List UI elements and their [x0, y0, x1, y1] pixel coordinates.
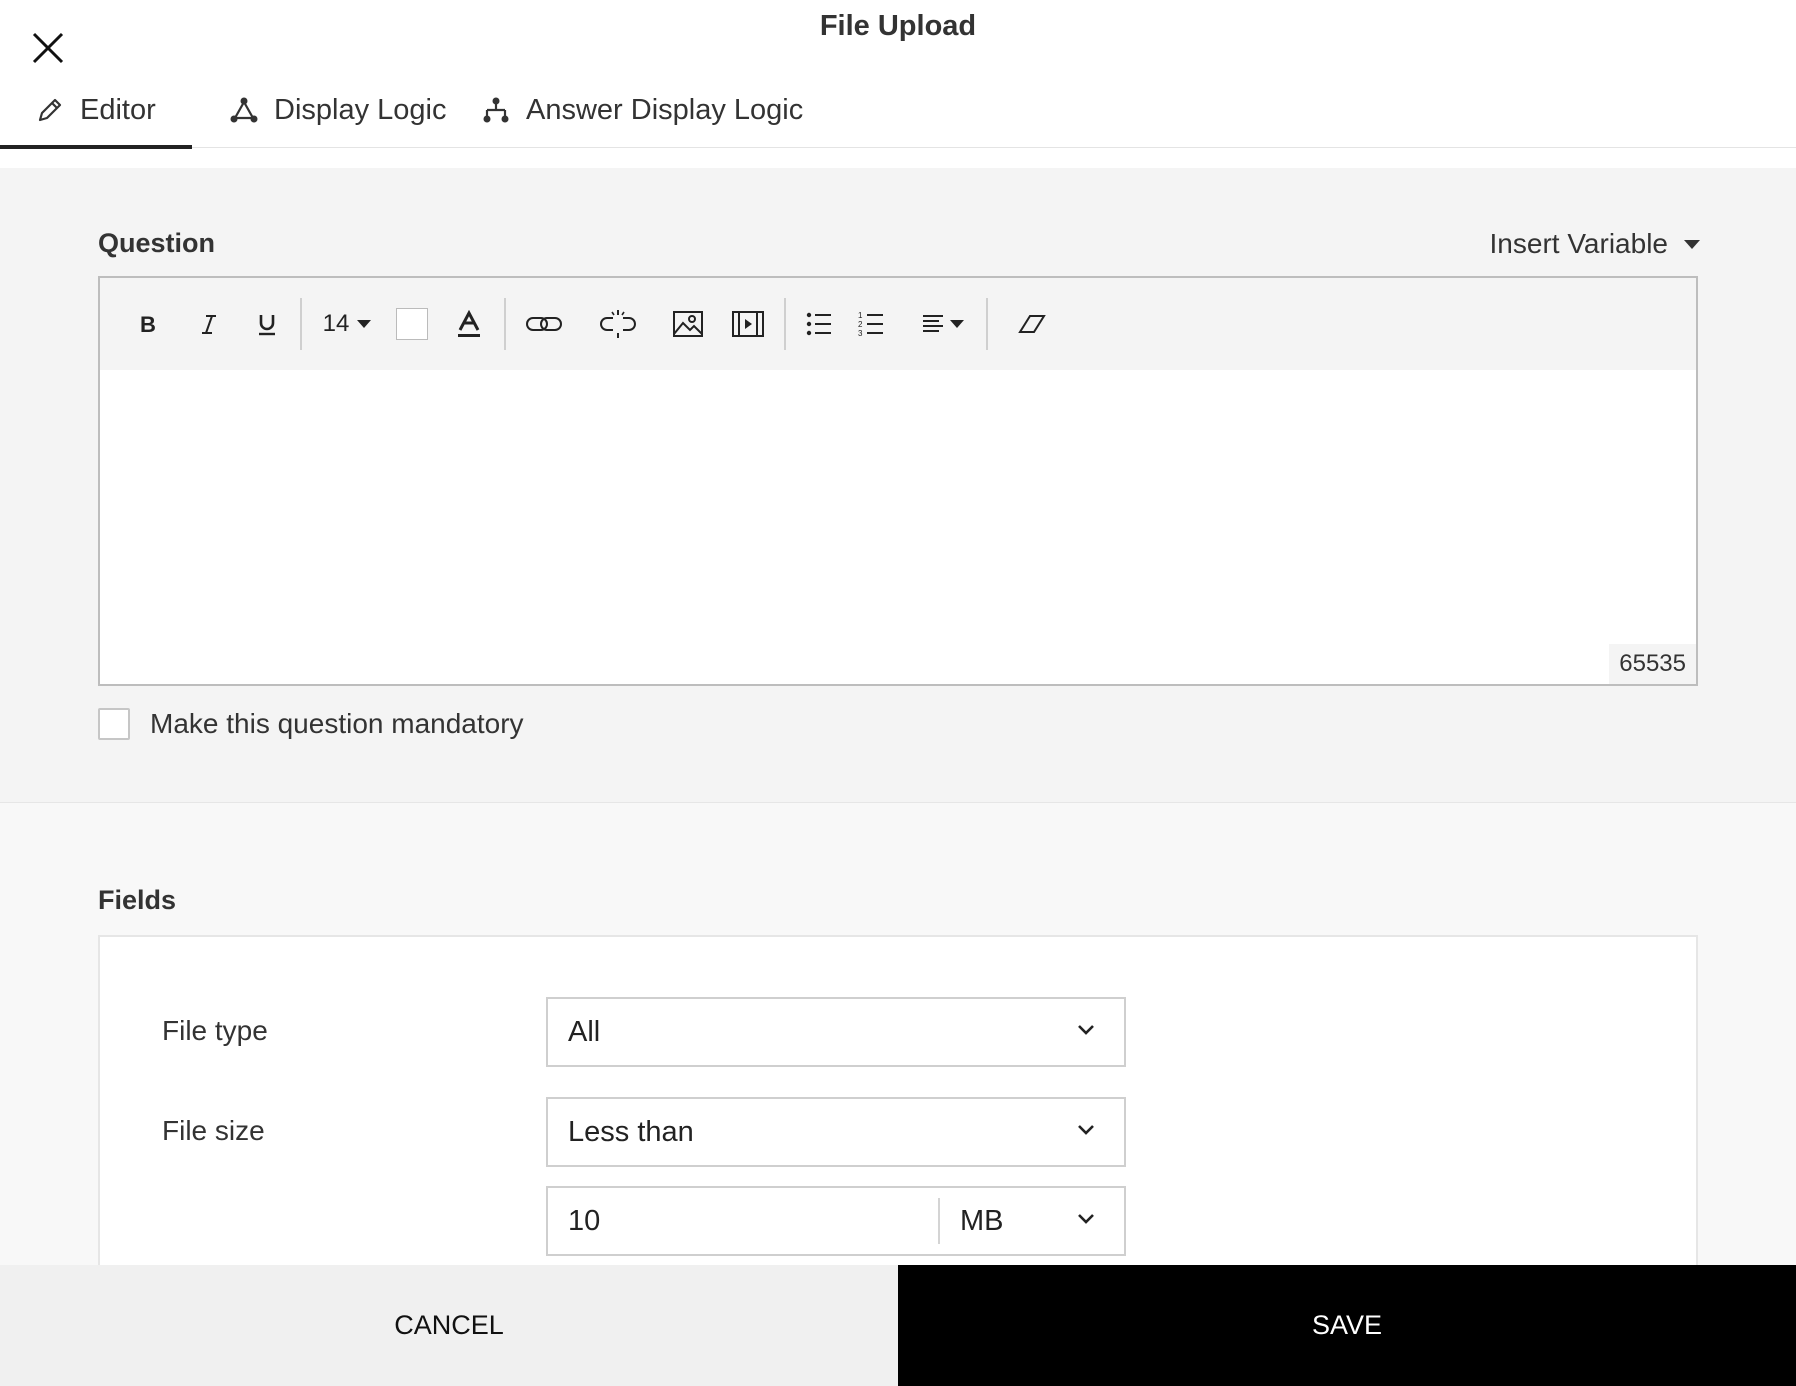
- bold-button[interactable]: B: [132, 300, 166, 348]
- mandatory-checkbox-row[interactable]: Make this question mandatory: [98, 708, 524, 740]
- file-size-unit-value: MB: [960, 1204, 1004, 1237]
- dialog-title: File Upload: [819, 10, 977, 42]
- chevron-down-icon: [1078, 1125, 1094, 1135]
- file-size-operator-value: Less than: [568, 1115, 694, 1148]
- file-size-unit-select[interactable]: MB: [940, 1188, 1124, 1254]
- caret-down-icon: [1684, 239, 1700, 249]
- fields-card: File type All File size Less than MB: [98, 935, 1698, 1295]
- answer-logic-icon: [480, 94, 512, 126]
- bulleted-list-icon: [806, 312, 831, 336]
- file-size-operator-select[interactable]: Less than: [546, 1097, 1126, 1167]
- tab-answer-display-logic[interactable]: Answer Display Logic: [480, 72, 803, 148]
- file-size-label: File size: [162, 1115, 265, 1146]
- font-size-dropdown[interactable]: 14: [320, 300, 376, 348]
- mandatory-checkbox[interactable]: [98, 708, 130, 740]
- background-color-button[interactable]: [394, 300, 430, 348]
- file-size-input[interactable]: [548, 1188, 938, 1254]
- editor-toolbar: B 14 1 2 3: [100, 278, 1696, 370]
- svg-text:1: 1: [858, 311, 863, 320]
- svg-text:B: B: [140, 312, 156, 336]
- cancel-button[interactable]: CANCEL: [0, 1265, 898, 1386]
- save-button[interactable]: SAVE: [898, 1265, 1796, 1386]
- insert-video-button[interactable]: [730, 300, 766, 348]
- pencil-icon: [34, 94, 66, 126]
- tab-answer-display-logic-label: Answer Display Logic: [526, 93, 804, 126]
- font-size-value: 14: [322, 310, 350, 337]
- character-count: 65535: [1609, 644, 1696, 684]
- fields-heading: Fields: [98, 885, 177, 915]
- underline-button[interactable]: [252, 300, 282, 348]
- tab-display-logic-label: Display Logic: [274, 93, 447, 126]
- tab-editor[interactable]: Editor: [0, 72, 192, 149]
- insert-image-button[interactable]: [670, 300, 706, 348]
- font-color-button[interactable]: [452, 300, 486, 348]
- dialog-header: File Upload Editor Display Logic Answer …: [0, 0, 1796, 149]
- toolbar-divider: [300, 298, 302, 350]
- fields-section: Fields File type All File size Less than…: [0, 803, 1796, 1295]
- dialog-footer: CANCEL SAVE: [0, 1265, 1796, 1386]
- align-left-icon: [923, 315, 943, 332]
- toolbar-divider: [784, 298, 786, 350]
- video-icon: [732, 311, 764, 337]
- image-icon: [673, 311, 703, 337]
- chevron-down-icon: [1078, 1025, 1094, 1035]
- caret-down-icon: [357, 320, 372, 328]
- tab-editor-label: Editor: [80, 93, 156, 126]
- svg-text:2: 2: [858, 320, 863, 329]
- tab-bar: Editor Display Logic Answer Display Logi…: [0, 72, 803, 149]
- file-type-label: File type: [162, 1015, 268, 1046]
- display-logic-icon: [228, 94, 260, 126]
- toolbar-divider: [504, 298, 506, 350]
- toolbar-divider: [986, 298, 988, 350]
- underline-icon: [259, 315, 275, 336]
- eraser-icon: [1018, 315, 1046, 333]
- chevron-down-icon: [1078, 1214, 1094, 1224]
- svg-text:3: 3: [858, 329, 863, 338]
- unlink-button[interactable]: [598, 300, 638, 348]
- file-upload-dialog: File Upload Editor Display Logic Answer …: [0, 0, 1796, 1386]
- caret-down-icon: [950, 320, 964, 328]
- tab-display-logic[interactable]: Display Logic: [192, 72, 480, 148]
- bulleted-list-button[interactable]: [804, 300, 834, 348]
- link-icon: [526, 317, 562, 331]
- question-heading: Question: [98, 228, 216, 258]
- editor-content-area[interactable]: 65535: [100, 370, 1696, 684]
- question-section: Question Insert Variable B 14 1 2 3 6553…: [0, 168, 1796, 803]
- unlink-icon: [600, 310, 636, 338]
- align-dropdown[interactable]: [918, 300, 968, 348]
- numbered-list-button[interactable]: 1 2 3: [856, 300, 886, 348]
- rich-text-editor: B 14 1 2 3 65535: [98, 276, 1698, 686]
- file-type-select[interactable]: All: [546, 997, 1126, 1067]
- font-color-icon: [458, 310, 480, 337]
- color-swatch-icon: [396, 308, 428, 340]
- file-type-value: All: [568, 1015, 601, 1048]
- insert-variable-label: Insert Variable: [1489, 228, 1668, 259]
- clear-formatting-button[interactable]: [1014, 300, 1050, 348]
- insert-link-button[interactable]: [524, 300, 564, 348]
- bold-icon: B: [140, 312, 156, 336]
- mandatory-label: Make this question mandatory: [150, 708, 524, 739]
- numbered-list-icon: 1 2 3: [858, 311, 883, 338]
- italic-button[interactable]: [194, 300, 224, 348]
- insert-variable-dropdown[interactable]: Insert Variable: [1490, 228, 1700, 260]
- italic-icon: [202, 315, 216, 334]
- file-size-input-group: MB: [546, 1186, 1126, 1256]
